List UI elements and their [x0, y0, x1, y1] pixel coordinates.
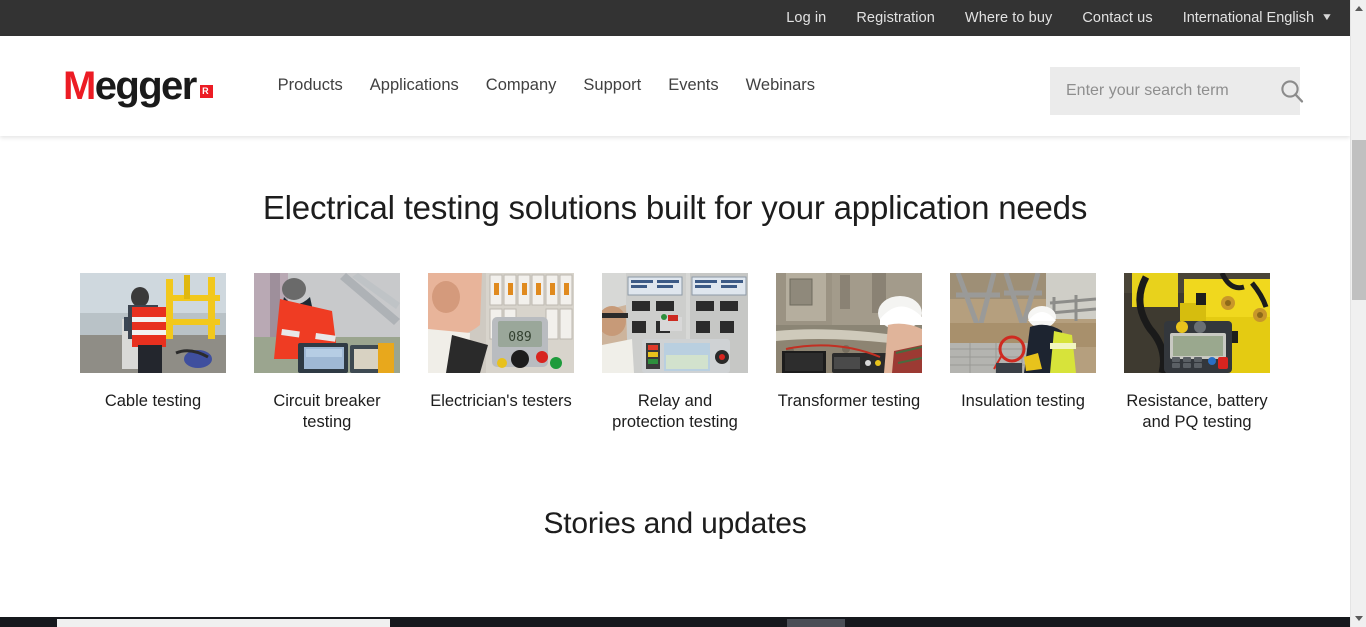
image-cable-testing: [80, 273, 226, 373]
scroll-down-arrow-icon[interactable]: [1351, 610, 1366, 627]
nav-item-applications[interactable]: Applications: [370, 76, 459, 95]
category-label: Relay and protection testing: [612, 392, 738, 431]
utility-link-log-in[interactable]: Log in: [786, 10, 826, 26]
main-navigation: Products Applications Company Support Ev…: [278, 76, 815, 95]
utility-bar: Log in Registration Where to buy Contact…: [0, 0, 1350, 36]
category-label: Resistance, battery and PQ testing: [1126, 392, 1268, 431]
category-thumbnail: [602, 273, 748, 373]
category-tile-grid: Cable testing Circuit breaker testing 08…: [0, 273, 1350, 433]
logo-initial: M: [63, 64, 96, 108]
category-thumbnail: [1124, 273, 1270, 373]
peek-card: [57, 619, 390, 627]
utility-link-where-to-buy[interactable]: Where to buy: [965, 10, 1052, 26]
category-label: Insulation testing: [961, 392, 1085, 410]
section-title-stories-and-updates: Stories and updates: [543, 507, 807, 540]
browser-viewport: Log in Registration Where to buy Contact…: [0, 0, 1366, 627]
main-content: Electrical testing solutions built for y…: [0, 136, 1350, 541]
vertical-scrollbar[interactable]: [1350, 0, 1366, 627]
category-tile-resistance-battery-pq-testing[interactable]: Resistance, battery and PQ testing: [1124, 273, 1270, 433]
page-content: Log in Registration Where to buy Contact…: [0, 0, 1350, 627]
image-resistance-battery-pq-testing: [1124, 273, 1270, 373]
image-relay-protection-testing: [602, 273, 748, 373]
search-input[interactable]: [1050, 82, 1279, 100]
category-tile-cable-testing[interactable]: Cable testing: [80, 273, 226, 433]
category-thumbnail: 089: [428, 273, 574, 373]
utility-link-contact-us[interactable]: Contact us: [1082, 10, 1152, 26]
category-thumbnail: [776, 273, 922, 373]
category-tile-circuit-breaker-testing[interactable]: Circuit breaker testing: [254, 273, 400, 433]
language-selector-label: International English: [1182, 10, 1315, 26]
category-tile-relay-and-protection-testing[interactable]: Relay and protection testing: [602, 273, 748, 433]
category-thumbnail: [950, 273, 1096, 373]
category-label: Circuit breaker testing: [273, 392, 381, 431]
category-label: Electrician's testers: [430, 392, 572, 410]
svg-text:089: 089: [508, 330, 531, 345]
image-insulation-testing: [950, 273, 1096, 373]
nav-item-events[interactable]: Events: [668, 76, 718, 95]
language-selector[interactable]: International English ▼: [1182, 10, 1334, 26]
site-header: Megger Products Applications Company Sup…: [0, 36, 1350, 136]
category-label: Transformer testing: [777, 392, 921, 410]
category-tile-electricians-testers[interactable]: 089 Electrician's testers: [428, 273, 574, 433]
scroll-up-arrow-icon[interactable]: [1351, 0, 1366, 17]
next-section-strip: [0, 617, 1350, 627]
nav-item-webinars[interactable]: Webinars: [746, 76, 815, 95]
nav-item-products[interactable]: Products: [278, 76, 343, 95]
peek-card: [787, 619, 845, 627]
page-title: Electrical testing solutions built for y…: [262, 189, 1088, 226]
category-thumbnail: [80, 273, 226, 373]
registered-mark-icon: [199, 85, 213, 98]
category-tile-transformer-testing[interactable]: Transformer testing: [776, 273, 922, 433]
utility-link-registration[interactable]: Registration: [856, 10, 935, 26]
category-tile-insulation-testing[interactable]: Insulation testing: [950, 273, 1096, 433]
chevron-down-icon: ▼: [1320, 12, 1334, 23]
logo-wordmark: egger: [94, 64, 198, 108]
category-thumbnail: [254, 273, 400, 373]
search-button[interactable]: [1279, 67, 1305, 115]
megger-logo[interactable]: Megger: [63, 66, 213, 106]
search-icon: [1281, 80, 1304, 103]
site-search[interactable]: [1050, 67, 1304, 115]
image-electricians-testers: 089: [428, 273, 574, 373]
image-circuit-breaker-testing: [254, 273, 400, 373]
category-label: Cable testing: [104, 392, 202, 410]
nav-item-support[interactable]: Support: [583, 76, 641, 95]
scrollbar-thumb[interactable]: [1352, 140, 1366, 300]
nav-item-company[interactable]: Company: [486, 76, 557, 95]
image-transformer-testing: [776, 273, 922, 373]
